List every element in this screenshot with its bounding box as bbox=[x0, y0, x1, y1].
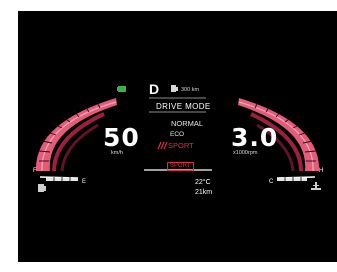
temp-cold-label: C bbox=[269, 179, 274, 185]
rpm-unit: x1000rpm bbox=[233, 150, 258, 156]
temp-gauge-bar bbox=[276, 176, 316, 182]
trip-distance: 21km bbox=[195, 189, 213, 196]
coolant-temp-icon bbox=[311, 182, 321, 190]
fuel-pump-icon bbox=[171, 85, 178, 92]
mode-option-eco[interactable]: ECO bbox=[170, 131, 184, 138]
battery-indicator-icon bbox=[117, 86, 126, 92]
fuel-empty-label: E bbox=[82, 179, 87, 185]
gear-indicator: D bbox=[149, 81, 160, 97]
range-readout: 300 km bbox=[181, 87, 200, 93]
fuel-gauge-icon bbox=[38, 184, 46, 192]
drive-mode-title: DRIVE MODE bbox=[156, 102, 211, 111]
mode-option-normal[interactable]: NORMAL bbox=[171, 119, 203, 128]
instrument-cluster: D 300 km DRIVE MODE NORMAL ECO SPORT SPO… bbox=[18, 11, 337, 262]
sport-mode-badge: SPORT bbox=[167, 162, 194, 171]
drive-mode-icon bbox=[157, 141, 168, 150]
speed-unit: km/h bbox=[111, 150, 123, 156]
mode-option-sport[interactable]: SPORT bbox=[168, 141, 194, 150]
temp-hot-label: H bbox=[319, 168, 324, 174]
fuel-full-label: F bbox=[33, 168, 37, 174]
speed-value: 50 bbox=[103, 123, 140, 152]
rpm-value: 3.0 bbox=[231, 123, 279, 152]
fuel-gauge-bar bbox=[39, 176, 79, 182]
outside-temperature: 22°C bbox=[195, 179, 211, 186]
